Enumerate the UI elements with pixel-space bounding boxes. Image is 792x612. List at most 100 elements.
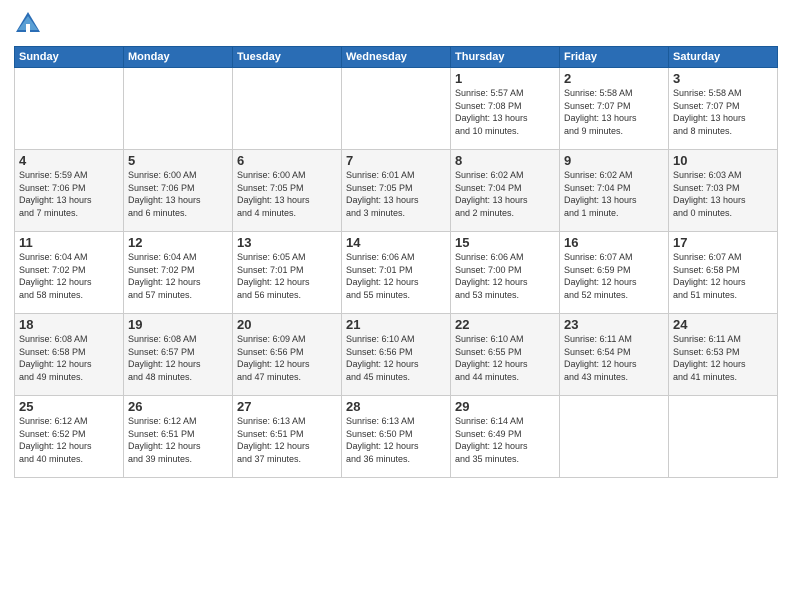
header-day-tuesday: Tuesday xyxy=(233,47,342,68)
day-info: Sunrise: 6:06 AM Sunset: 7:00 PM Dayligh… xyxy=(455,251,555,301)
calendar-cell xyxy=(342,68,451,150)
day-info: Sunrise: 6:04 AM Sunset: 7:02 PM Dayligh… xyxy=(19,251,119,301)
calendar-cell: 4Sunrise: 5:59 AM Sunset: 7:06 PM Daylig… xyxy=(15,150,124,232)
week-row-2: 4Sunrise: 5:59 AM Sunset: 7:06 PM Daylig… xyxy=(15,150,778,232)
day-info: Sunrise: 6:02 AM Sunset: 7:04 PM Dayligh… xyxy=(564,169,664,219)
day-info: Sunrise: 6:11 AM Sunset: 6:53 PM Dayligh… xyxy=(673,333,773,383)
calendar-cell xyxy=(233,68,342,150)
day-number: 16 xyxy=(564,235,664,250)
calendar-cell: 16Sunrise: 6:07 AM Sunset: 6:59 PM Dayli… xyxy=(560,232,669,314)
day-info: Sunrise: 6:03 AM Sunset: 7:03 PM Dayligh… xyxy=(673,169,773,219)
day-info: Sunrise: 6:10 AM Sunset: 6:55 PM Dayligh… xyxy=(455,333,555,383)
calendar-cell xyxy=(15,68,124,150)
day-info: Sunrise: 6:13 AM Sunset: 6:51 PM Dayligh… xyxy=(237,415,337,465)
calendar-cell: 7Sunrise: 6:01 AM Sunset: 7:05 PM Daylig… xyxy=(342,150,451,232)
day-number: 2 xyxy=(564,71,664,86)
day-info: Sunrise: 6:00 AM Sunset: 7:06 PM Dayligh… xyxy=(128,169,228,219)
logo-icon xyxy=(14,10,42,38)
calendar-cell: 28Sunrise: 6:13 AM Sunset: 6:50 PM Dayli… xyxy=(342,396,451,478)
calendar-cell: 6Sunrise: 6:00 AM Sunset: 7:05 PM Daylig… xyxy=(233,150,342,232)
calendar-cell: 8Sunrise: 6:02 AM Sunset: 7:04 PM Daylig… xyxy=(451,150,560,232)
calendar-cell: 2Sunrise: 5:58 AM Sunset: 7:07 PM Daylig… xyxy=(560,68,669,150)
week-row-5: 25Sunrise: 6:12 AM Sunset: 6:52 PM Dayli… xyxy=(15,396,778,478)
calendar-cell xyxy=(669,396,778,478)
header-day-sunday: Sunday xyxy=(15,47,124,68)
day-number: 8 xyxy=(455,153,555,168)
day-number: 3 xyxy=(673,71,773,86)
day-number: 21 xyxy=(346,317,446,332)
calendar-cell: 18Sunrise: 6:08 AM Sunset: 6:58 PM Dayli… xyxy=(15,314,124,396)
header-day-saturday: Saturday xyxy=(669,47,778,68)
calendar-cell: 10Sunrise: 6:03 AM Sunset: 7:03 PM Dayli… xyxy=(669,150,778,232)
header-day-monday: Monday xyxy=(124,47,233,68)
day-number: 11 xyxy=(19,235,119,250)
day-number: 12 xyxy=(128,235,228,250)
calendar-cell: 29Sunrise: 6:14 AM Sunset: 6:49 PM Dayli… xyxy=(451,396,560,478)
day-info: Sunrise: 6:12 AM Sunset: 6:51 PM Dayligh… xyxy=(128,415,228,465)
day-info: Sunrise: 6:04 AM Sunset: 7:02 PM Dayligh… xyxy=(128,251,228,301)
day-info: Sunrise: 5:58 AM Sunset: 7:07 PM Dayligh… xyxy=(564,87,664,137)
day-number: 22 xyxy=(455,317,555,332)
day-number: 17 xyxy=(673,235,773,250)
calendar-cell xyxy=(124,68,233,150)
calendar-cell: 3Sunrise: 5:58 AM Sunset: 7:07 PM Daylig… xyxy=(669,68,778,150)
day-info: Sunrise: 5:58 AM Sunset: 7:07 PM Dayligh… xyxy=(673,87,773,137)
day-info: Sunrise: 6:00 AM Sunset: 7:05 PM Dayligh… xyxy=(237,169,337,219)
day-number: 28 xyxy=(346,399,446,414)
day-number: 25 xyxy=(19,399,119,414)
week-row-3: 11Sunrise: 6:04 AM Sunset: 7:02 PM Dayli… xyxy=(15,232,778,314)
day-number: 7 xyxy=(346,153,446,168)
calendar-cell: 15Sunrise: 6:06 AM Sunset: 7:00 PM Dayli… xyxy=(451,232,560,314)
day-info: Sunrise: 5:57 AM Sunset: 7:08 PM Dayligh… xyxy=(455,87,555,137)
calendar-cell: 12Sunrise: 6:04 AM Sunset: 7:02 PM Dayli… xyxy=(124,232,233,314)
day-info: Sunrise: 6:10 AM Sunset: 6:56 PM Dayligh… xyxy=(346,333,446,383)
day-number: 26 xyxy=(128,399,228,414)
calendar-cell: 22Sunrise: 6:10 AM Sunset: 6:55 PM Dayli… xyxy=(451,314,560,396)
calendar-cell xyxy=(560,396,669,478)
day-number: 24 xyxy=(673,317,773,332)
day-number: 6 xyxy=(237,153,337,168)
day-info: Sunrise: 6:12 AM Sunset: 6:52 PM Dayligh… xyxy=(19,415,119,465)
day-number: 14 xyxy=(346,235,446,250)
header-day-friday: Friday xyxy=(560,47,669,68)
calendar-cell: 14Sunrise: 6:06 AM Sunset: 7:01 PM Dayli… xyxy=(342,232,451,314)
calendar-table: SundayMondayTuesdayWednesdayThursdayFrid… xyxy=(14,46,778,478)
calendar-cell: 11Sunrise: 6:04 AM Sunset: 7:02 PM Dayli… xyxy=(15,232,124,314)
week-row-1: 1Sunrise: 5:57 AM Sunset: 7:08 PM Daylig… xyxy=(15,68,778,150)
calendar-cell: 13Sunrise: 6:05 AM Sunset: 7:01 PM Dayli… xyxy=(233,232,342,314)
day-info: Sunrise: 6:02 AM Sunset: 7:04 PM Dayligh… xyxy=(455,169,555,219)
day-number: 18 xyxy=(19,317,119,332)
header-day-wednesday: Wednesday xyxy=(342,47,451,68)
day-info: Sunrise: 6:08 AM Sunset: 6:58 PM Dayligh… xyxy=(19,333,119,383)
logo xyxy=(14,10,46,38)
header-row: SundayMondayTuesdayWednesdayThursdayFrid… xyxy=(15,47,778,68)
calendar-cell: 21Sunrise: 6:10 AM Sunset: 6:56 PM Dayli… xyxy=(342,314,451,396)
day-number: 27 xyxy=(237,399,337,414)
day-number: 1 xyxy=(455,71,555,86)
day-number: 19 xyxy=(128,317,228,332)
day-info: Sunrise: 6:08 AM Sunset: 6:57 PM Dayligh… xyxy=(128,333,228,383)
calendar-container: SundayMondayTuesdayWednesdayThursdayFrid… xyxy=(0,0,792,486)
day-number: 15 xyxy=(455,235,555,250)
calendar-cell: 27Sunrise: 6:13 AM Sunset: 6:51 PM Dayli… xyxy=(233,396,342,478)
day-number: 29 xyxy=(455,399,555,414)
day-info: Sunrise: 5:59 AM Sunset: 7:06 PM Dayligh… xyxy=(19,169,119,219)
day-number: 10 xyxy=(673,153,773,168)
calendar-cell: 20Sunrise: 6:09 AM Sunset: 6:56 PM Dayli… xyxy=(233,314,342,396)
calendar-cell: 25Sunrise: 6:12 AM Sunset: 6:52 PM Dayli… xyxy=(15,396,124,478)
day-info: Sunrise: 6:07 AM Sunset: 6:58 PM Dayligh… xyxy=(673,251,773,301)
calendar-cell: 26Sunrise: 6:12 AM Sunset: 6:51 PM Dayli… xyxy=(124,396,233,478)
day-number: 9 xyxy=(564,153,664,168)
day-number: 20 xyxy=(237,317,337,332)
day-info: Sunrise: 6:01 AM Sunset: 7:05 PM Dayligh… xyxy=(346,169,446,219)
day-number: 4 xyxy=(19,153,119,168)
calendar-cell: 17Sunrise: 6:07 AM Sunset: 6:58 PM Dayli… xyxy=(669,232,778,314)
day-info: Sunrise: 6:11 AM Sunset: 6:54 PM Dayligh… xyxy=(564,333,664,383)
day-info: Sunrise: 6:14 AM Sunset: 6:49 PM Dayligh… xyxy=(455,415,555,465)
calendar-cell: 19Sunrise: 6:08 AM Sunset: 6:57 PM Dayli… xyxy=(124,314,233,396)
calendar-cell: 9Sunrise: 6:02 AM Sunset: 7:04 PM Daylig… xyxy=(560,150,669,232)
calendar-cell: 5Sunrise: 6:00 AM Sunset: 7:06 PM Daylig… xyxy=(124,150,233,232)
week-row-4: 18Sunrise: 6:08 AM Sunset: 6:58 PM Dayli… xyxy=(15,314,778,396)
calendar-cell: 24Sunrise: 6:11 AM Sunset: 6:53 PM Dayli… xyxy=(669,314,778,396)
day-info: Sunrise: 6:06 AM Sunset: 7:01 PM Dayligh… xyxy=(346,251,446,301)
